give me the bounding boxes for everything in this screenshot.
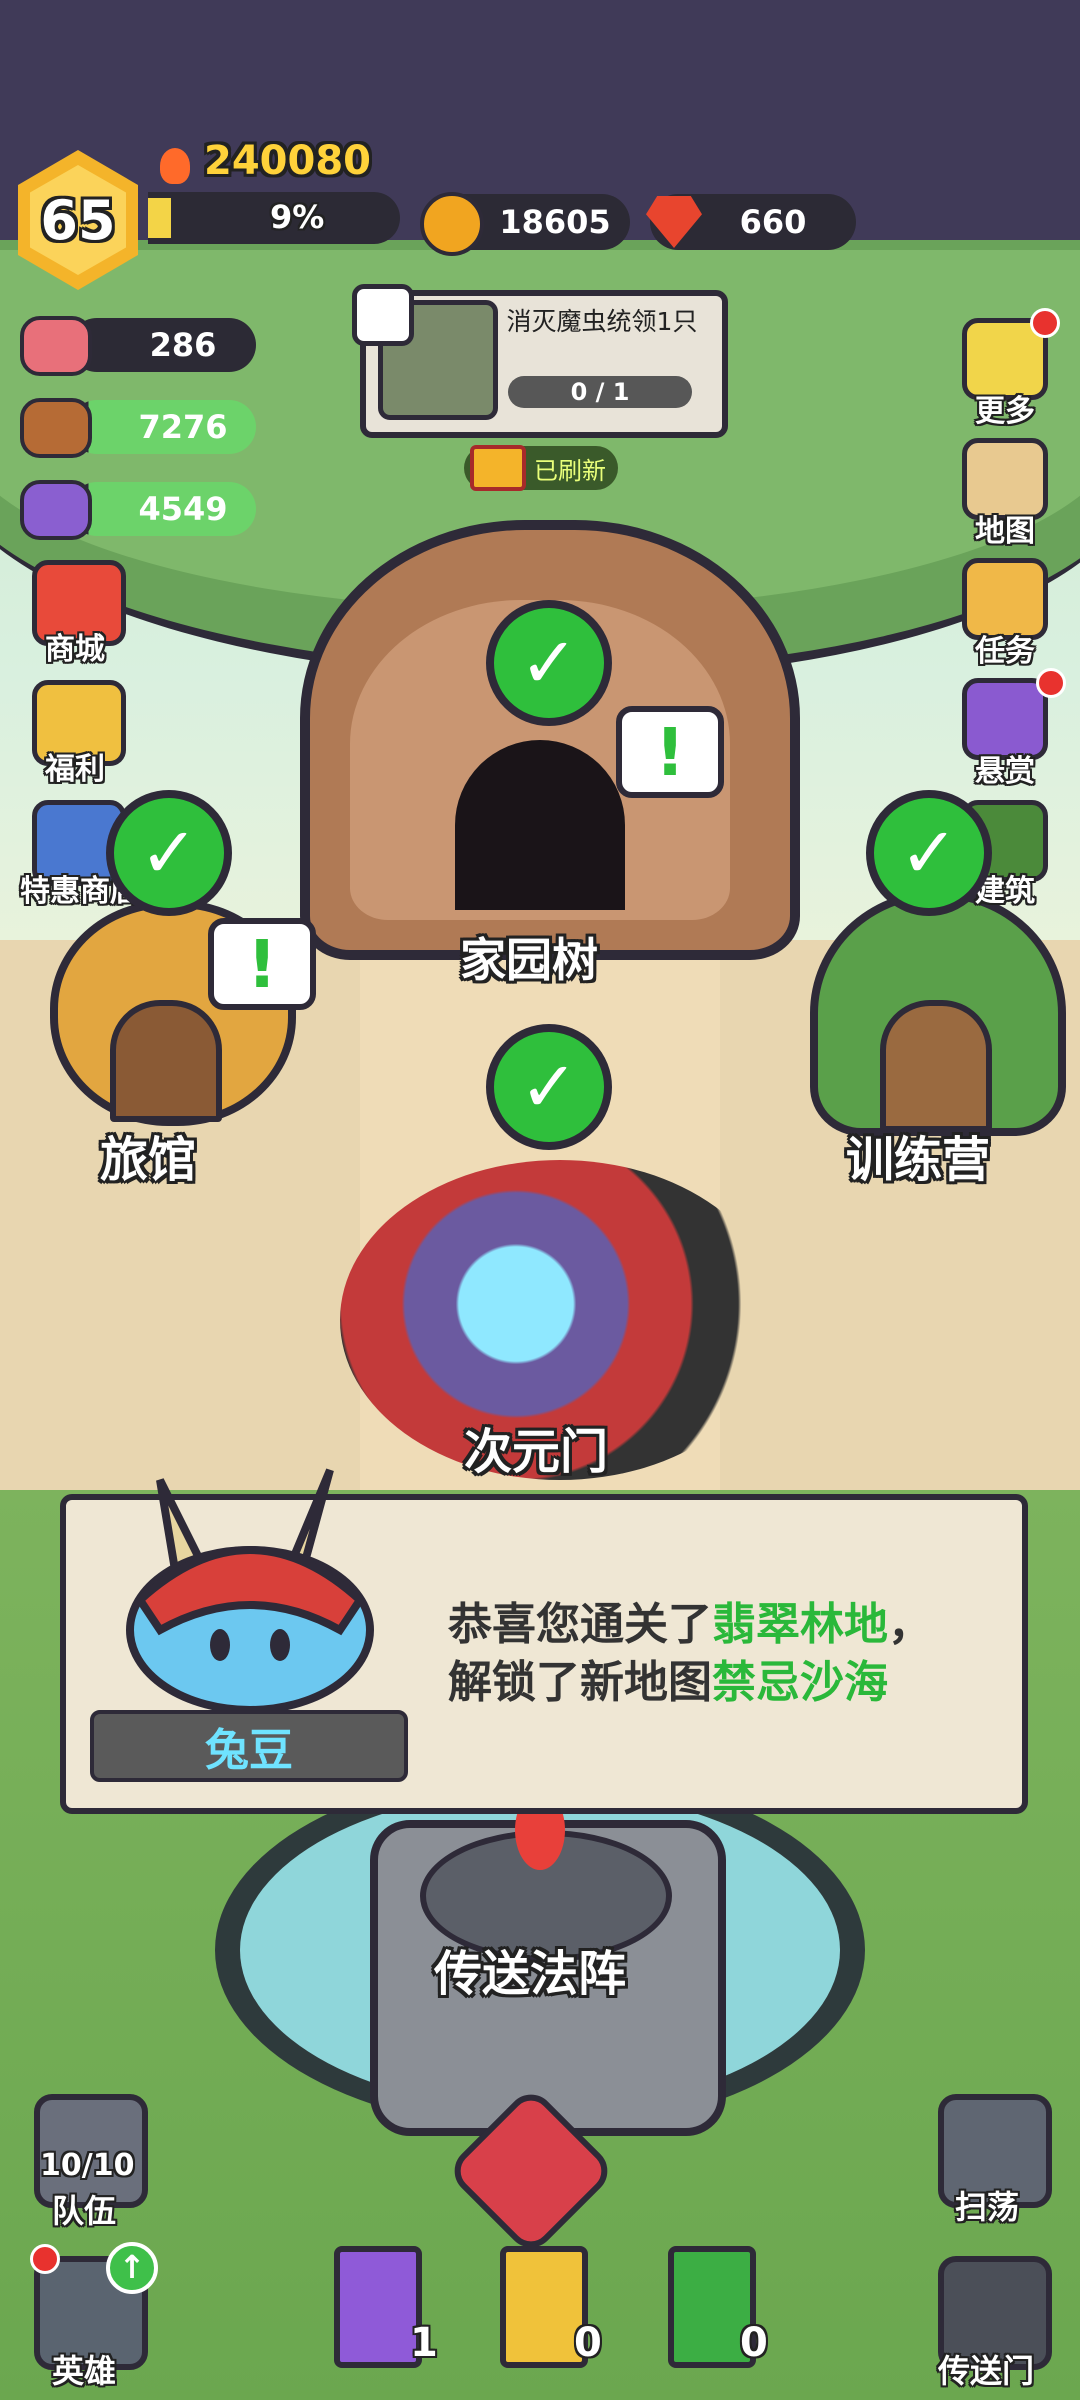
tasks-label: 任务 [975, 634, 1035, 669]
shop-label: 商城 [45, 632, 105, 667]
wood-value: 7276 [138, 408, 228, 446]
green-book-count: 0 [740, 2320, 768, 2366]
welfare-label: 福利 [45, 752, 105, 787]
ingot-icon [20, 480, 92, 540]
gold-book-count: 0 [574, 2320, 602, 2366]
refresh-label: 已刷新 [534, 456, 606, 485]
refresh-indicator[interactable]: 已刷新 [464, 445, 618, 491]
more-notification-dot [1030, 308, 1060, 338]
chest-icon [470, 445, 526, 491]
inn-check-icon: ✓ [106, 790, 232, 916]
more-label: 更多 [975, 394, 1035, 429]
hero-label: 英雄 [52, 2352, 117, 2390]
dialog-line1-prefix: 恭喜您通关了 [448, 1599, 712, 1650]
upgrade-arrow-icon: ↑ [106, 2242, 158, 2294]
home-tree-check-icon: ✓ [486, 600, 612, 726]
bounty-notification-dot [1036, 668, 1066, 698]
map-label: 地图 [975, 514, 1035, 549]
purple-book-count: 1 [410, 2320, 438, 2366]
dialog-map-cleared: 翡翠林地 [712, 1599, 888, 1650]
xp-percent: 9% [270, 198, 325, 236]
purple-lightning-book-icon[interactable] [334, 2246, 422, 2368]
gem-value: 660 [739, 203, 807, 241]
meat-icon [20, 316, 92, 376]
rabbit-speaker-icon [126, 1468, 374, 1710]
dimension-gate-label: 次元门 [464, 1424, 609, 1480]
team-label: 队伍 [52, 2192, 117, 2230]
dialog-text: 恭喜您通关了翡翠林地， 解锁了新地图禁忌沙海 [448, 1596, 1008, 1712]
dialog-line-1: 恭喜您通关了翡翠林地， [448, 1596, 1008, 1654]
coin-value: 18605 [499, 203, 611, 241]
home-tree-alert-icon[interactable]: ! [616, 706, 724, 798]
inn-label: 旅馆 [100, 1132, 197, 1188]
meat-counter[interactable]: 286 [70, 318, 256, 372]
portal-label: 传送门 [938, 2352, 1035, 2390]
quest-progress: 0 / 1 [508, 376, 692, 408]
sweep-label: 扫荡 [955, 2188, 1020, 2226]
dialog-line1-suffix: ， [888, 1599, 932, 1650]
bounty-label: 悬赏 [975, 754, 1035, 789]
inn-door [110, 1000, 222, 1122]
hero-notification-dot [30, 2244, 60, 2274]
inn-alert-icon[interactable]: ! [208, 918, 316, 1010]
home-tree-door[interactable] [455, 740, 625, 910]
meat-value: 286 [149, 326, 217, 364]
training-camp-door [880, 1000, 992, 1132]
home-tree-label: 家园树 [460, 933, 598, 987]
xp-bar-fill [148, 198, 171, 238]
training-check-icon: ✓ [866, 790, 992, 916]
magnifier-icon[interactable] [352, 284, 414, 346]
flame-icon [160, 148, 190, 184]
speaker-name-plate: 兔豆 [90, 1710, 408, 1782]
gate-check-icon: ✓ [486, 1024, 612, 1150]
quest-title: 消灭魔虫统领1只 [506, 307, 698, 336]
dialog-line-2: 解锁了新地图禁忌沙海 [448, 1654, 1008, 1712]
teleport-array-label: 传送法阵 [434, 1946, 627, 2002]
dialog-line2-prefix: 解锁了新地图 [448, 1657, 712, 1708]
dialog-map-unlocked: 禁忌沙海 [712, 1657, 888, 1708]
power-value: 240080 [204, 138, 371, 184]
speaker-name: 兔豆 [205, 1725, 293, 1776]
training-label: 训练营 [846, 1132, 991, 1188]
coin-icon [420, 192, 484, 256]
ingot-value: 4549 [138, 490, 228, 528]
ingot-counter[interactable]: 4549 [70, 482, 256, 536]
wood-counter[interactable]: 7276 [70, 400, 256, 454]
wood-icon [20, 398, 92, 458]
team-count: 10/10 [40, 2148, 135, 2183]
